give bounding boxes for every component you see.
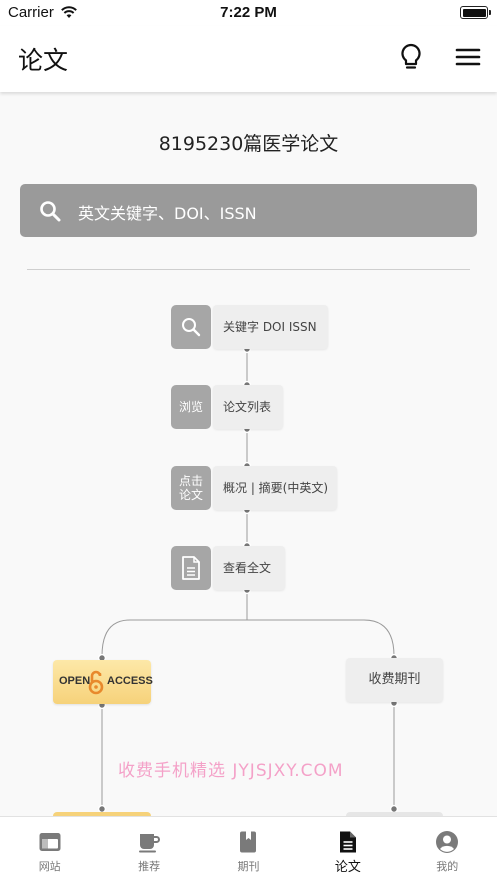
clock: 7:22 PM — [220, 4, 277, 21]
open-access-badge: OPEN ACCESS — [53, 660, 153, 704]
tab-papers[interactable]: 论文 — [298, 817, 397, 883]
status-bar: Carrier 7:22 PM — [0, 0, 497, 26]
paid-journal-label: 收费期刊 — [346, 658, 443, 702]
tab-label-profile: 我的 — [436, 860, 459, 873]
nav-bar: 论文 — [0, 26, 497, 92]
watermark-text: 收费手机精选 JYJSJXY.COM — [118, 761, 344, 781]
flow-step-paper-list-label: 论文列表 — [213, 385, 283, 429]
coffee-cup-icon — [139, 834, 161, 853]
tab-websites[interactable]: 网站 — [0, 817, 99, 883]
flow-connectors — [97, 344, 399, 814]
lightbulb-icon[interactable] — [396, 42, 426, 72]
open-access-left-text: OPEN — [59, 675, 91, 687]
flow-step-browse-icon-box: 浏览 — [171, 385, 211, 429]
flow-step-full-text-label: 查看全文 — [213, 546, 285, 590]
search-icon — [182, 318, 201, 337]
tab-label-papers: 论文 — [334, 860, 361, 875]
tab-journals[interactable]: 期刊 — [199, 817, 298, 883]
page-title: 论文 — [18, 46, 69, 75]
flow-step-click-paper-icon-box: 点击 论文 — [171, 466, 211, 510]
usage-flow-diagram: 关键字 DOI ISSN 浏览 论文列表 点击 论文 概况 | 摘要(中英文) … — [0, 92, 497, 816]
flow-step-abstract-label: 概况 | 摘要(中英文) — [213, 466, 337, 510]
flow-step-keyword-label: 关键字 DOI ISSN — [213, 305, 328, 349]
main-content: 8195230篇医学论文 英文关键字、DOI、ISSN 关键字 DOI ISSN… — [0, 92, 497, 816]
document-icon — [182, 556, 200, 580]
flow-step-search-icon-box — [171, 305, 211, 349]
tab-label-recommend: 推荐 — [138, 860, 161, 873]
tab-label-websites: 网站 — [38, 860, 61, 873]
tab-profile[interactable]: 我的 — [398, 817, 497, 883]
user-avatar-icon — [436, 831, 459, 853]
battery-icon — [460, 6, 491, 19]
browser-window-icon — [39, 833, 61, 851]
flow-step-document-icon-box — [171, 546, 211, 590]
open-lock-icon — [88, 670, 104, 695]
tab-bar: 网站 推荐 期刊 论文 我的 — [0, 816, 497, 883]
document-icon — [339, 831, 356, 853]
menu-icon[interactable] — [454, 43, 482, 71]
open-access-right-text: ACCESS — [107, 675, 153, 687]
book-icon — [240, 831, 257, 853]
tab-recommend[interactable]: 推荐 — [99, 817, 198, 883]
tab-label-journals: 期刊 — [237, 860, 260, 873]
